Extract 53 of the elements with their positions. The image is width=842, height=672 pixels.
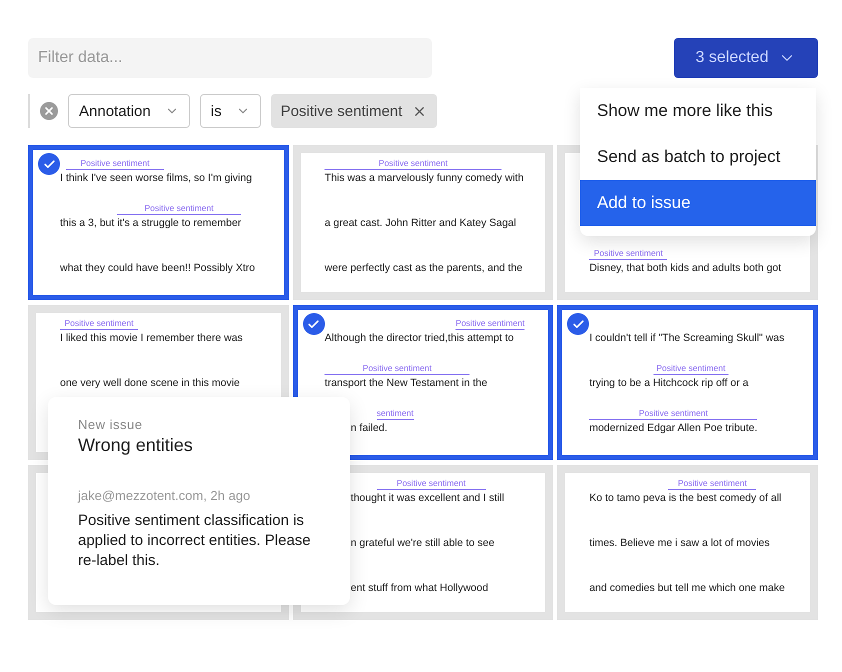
review-text: this a 3, but it's a struggle to remember bbox=[60, 216, 242, 230]
clear-icon[interactable] bbox=[40, 102, 58, 120]
review-text: transport the New Testament in the bbox=[324, 376, 488, 390]
review-card[interactable]: Positive sentiment Although the director tried,this attempt to Positive sentiment transport the New Testament in the sentiment n failed. bbox=[292, 305, 554, 460]
menu-item[interactable]: Add to issue bbox=[580, 180, 816, 226]
review-text: ent stuff from what Hollywood bbox=[350, 581, 490, 595]
review-text: thought it was excellent and I still bbox=[350, 491, 506, 505]
review-text: modernized Edgar Allen Poe tribute. bbox=[589, 421, 758, 435]
review-text: I liked this movie I remember there was bbox=[60, 331, 244, 345]
annotation-label: Positive sentiment bbox=[589, 248, 668, 260]
annotation-label: Positive sentiment bbox=[324, 158, 502, 170]
review-text: This was a marvelously funny comedy with bbox=[324, 171, 525, 185]
review-card[interactable]: Positive sentiment Ko to tamo peva is the best comedy of all times. Believe me i saw a lot of movies and comedies but tell me which one make bbox=[557, 465, 818, 620]
annotation-label: Positive sentiment bbox=[324, 363, 470, 375]
annotation-label: Positive sentiment bbox=[376, 478, 486, 490]
chip-label: Positive sentiment bbox=[280, 102, 402, 120]
issue-meta: jake@mezzotent.com, 2h ago bbox=[78, 488, 252, 503]
annotation-label: Positive sentiment bbox=[60, 318, 138, 330]
review-text: what they could have been!! Possibly Xtro bbox=[60, 261, 256, 275]
review-text: Disney, that both kids and adults both got bbox=[589, 261, 782, 275]
annotation-label: Positive sentiment bbox=[117, 203, 241, 215]
check-icon[interactable] bbox=[567, 313, 590, 335]
issue-eyebrow: New issue bbox=[78, 417, 144, 432]
selection-dropdown-button[interactable]: 3 selected bbox=[674, 38, 818, 78]
issue-title: Wrong entities bbox=[78, 435, 194, 456]
review-text: a great cast. John Ritter and Katey Sagal bbox=[324, 216, 518, 230]
check-icon[interactable] bbox=[38, 153, 60, 175]
menu-item[interactable]: Show me more like this bbox=[580, 88, 816, 134]
review-card[interactable]: I couldn't tell if "The Screaming Skull" was Positive sentiment trying to be a Hitchcock rip off or a Positive sentiment modernized Edgar Allen Poe tribute. bbox=[557, 305, 818, 460]
review-card[interactable]: Positive sentiment I think I've seen worse films, so I'm giving Positive sentiment this a 3, but it's a struggle to remember what they could have been!! Possibly Xtro bbox=[28, 145, 289, 300]
review-text: n failed. bbox=[350, 421, 388, 435]
review-text: Ko to tamo peva is the best comedy of all bbox=[589, 491, 782, 505]
annotation-label: Positive sentiment bbox=[668, 478, 756, 490]
annotation-label: Positive sentiment bbox=[456, 318, 525, 330]
review-text: and comedies but tell me which one make bbox=[589, 581, 786, 595]
menu-item[interactable]: Send as batch to project bbox=[580, 134, 816, 180]
review-text: times. Believe me i saw a lot of movies bbox=[589, 536, 771, 550]
annotation-label: Positive sentiment bbox=[66, 158, 164, 170]
operator-select[interactable]: is bbox=[200, 94, 261, 128]
review-text: trying to be a Hitchcock rip off or a bbox=[589, 376, 750, 390]
check-icon[interactable] bbox=[302, 313, 325, 335]
review-card[interactable]: Positive sentiment This was a marvelously funny comedy with a great cast. John Ritter and Katey Sagal were perfectly cast as the parents, and the bbox=[292, 145, 554, 300]
review-text: were perfectly cast as the parents, and the bbox=[324, 261, 524, 275]
annotation-label: Positive sentiment bbox=[653, 363, 728, 375]
review-text: one very well done scene in this movie bbox=[60, 376, 241, 390]
review-text: Although the director tried,this attempt to bbox=[324, 331, 515, 345]
review-text: I couldn't tell if "The Screaming Skull" was bbox=[589, 331, 786, 345]
field-select[interactable]: Annotation bbox=[68, 94, 190, 128]
filter-field[interactable]: Filter data... bbox=[28, 38, 432, 78]
annotation-label: sentiment bbox=[376, 408, 414, 420]
review-text: n grateful we're still able to see bbox=[350, 536, 496, 550]
annotation-label: Positive sentiment bbox=[589, 408, 758, 420]
review-text: I think I've seen worse films, so I'm giving bbox=[60, 171, 253, 185]
